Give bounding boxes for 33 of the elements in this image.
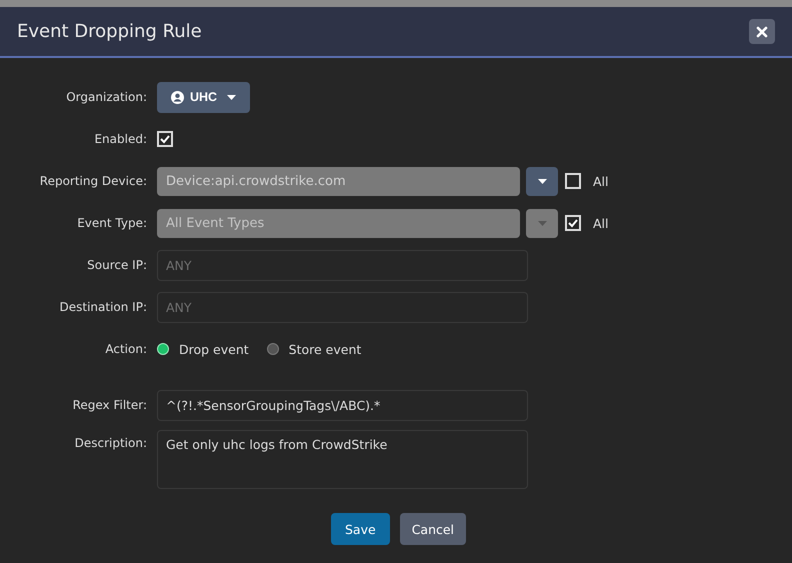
radio-label: Drop event	[179, 342, 249, 356]
checkbox-label: All	[593, 174, 608, 188]
checkbox[interactable]	[157, 131, 173, 147]
field-label: Regex Filter:	[72, 398, 147, 412]
field-label: Destination IP:	[58, 300, 147, 314]
field-label: Event Type:	[76, 216, 147, 230]
checkbox[interactable]	[565, 173, 581, 189]
caret-icon	[538, 178, 546, 184]
user-icon	[171, 90, 184, 104]
radio-button[interactable]	[266, 343, 279, 355]
caret-icon	[227, 94, 236, 100]
field-label: Reporting Device:	[38, 174, 147, 188]
field-label: Enabled:	[93, 132, 147, 146]
input-field[interactable]: ANY	[157, 250, 528, 280]
radio-label: Store event	[288, 342, 362, 356]
cancel-button[interactable]: Cancel	[400, 513, 466, 545]
field-label: Action:	[104, 342, 147, 356]
field-label: Organization:	[65, 90, 147, 104]
check-icon	[567, 217, 579, 229]
field-label: Description:	[74, 435, 147, 450]
input-field[interactable]: ANY	[157, 292, 528, 322]
description-field[interactable]: Get only uhc logs from CrowdStrike	[157, 430, 528, 489]
close-icon	[756, 26, 768, 38]
organization-dropdown[interactable]: UHC	[157, 82, 250, 112]
dropdown-button[interactable]	[526, 166, 558, 196]
input-field[interactable]: ^(?!.*SensorGroupingTags\/ABC).*	[157, 390, 528, 420]
dialog-title: Event Dropping Rule	[17, 21, 202, 42]
caret-icon	[538, 220, 546, 226]
close-button[interactable]	[749, 19, 775, 44]
checkbox-label: All	[593, 216, 608, 230]
field-label: Source IP:	[86, 258, 147, 272]
save-button[interactable]: Save	[331, 513, 390, 545]
check-icon	[159, 133, 171, 145]
